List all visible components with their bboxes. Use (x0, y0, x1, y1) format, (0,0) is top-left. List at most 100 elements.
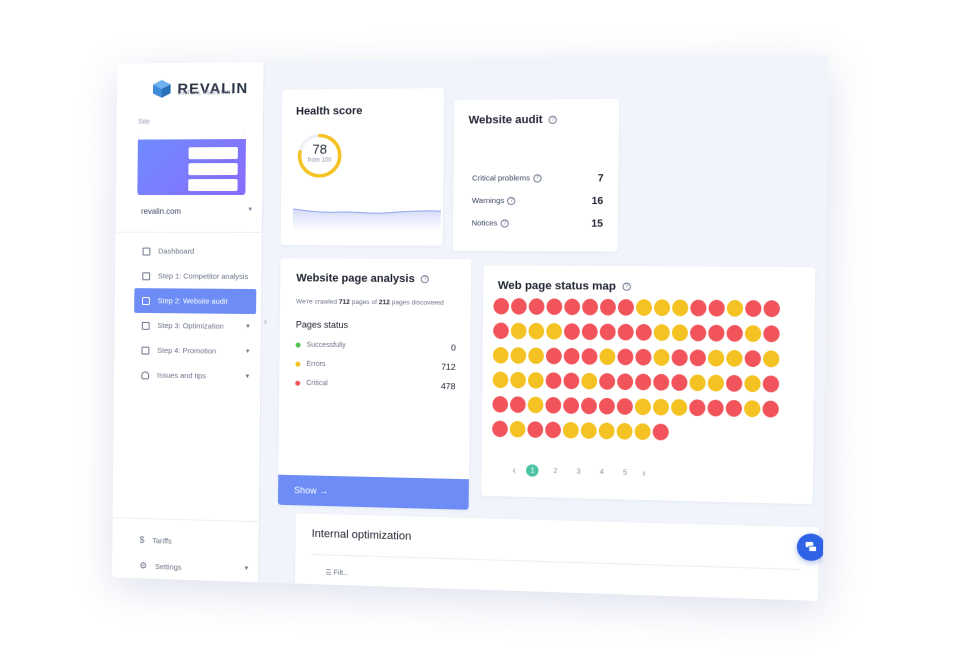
page-status-cell[interactable] (725, 374, 743, 392)
page-status-cell[interactable] (726, 349, 743, 367)
page-status-cell[interactable] (689, 374, 706, 392)
page-status-cell[interactable] (581, 397, 597, 415)
page-status-cell[interactable] (707, 349, 725, 367)
page-status-cell[interactable] (707, 399, 724, 417)
page-status-cell[interactable] (563, 347, 580, 365)
page-status-cell[interactable] (671, 349, 688, 367)
page-status-cell[interactable] (563, 397, 580, 414)
page-status-cell[interactable] (744, 350, 761, 368)
page-status-cell[interactable] (492, 371, 509, 389)
page-status-cell[interactable] (617, 323, 634, 341)
sidebar-item-issues[interactable]: Issues and tips ▼ (114, 362, 261, 389)
show-button[interactable]: Show → (277, 474, 469, 510)
page-status-cell[interactable] (598, 397, 615, 415)
help-icon[interactable]: ? (500, 219, 509, 228)
sidebar-item-website-audit[interactable]: Step 2: Website audit (134, 288, 257, 315)
page-status-cell[interactable] (546, 298, 563, 316)
page-status-cell[interactable] (563, 323, 580, 340)
site-selector[interactable]: revalin.com ▼ (116, 195, 254, 216)
page-status-cell[interactable] (599, 348, 616, 366)
help-icon[interactable]: ? (622, 282, 631, 291)
page-status-cell[interactable] (528, 322, 545, 340)
page-status-cell[interactable] (599, 323, 616, 341)
page-status-cell[interactable] (493, 298, 510, 315)
page-status-cell[interactable] (581, 372, 598, 390)
page-status-cell[interactable] (527, 421, 544, 438)
page-status-cell[interactable] (510, 322, 527, 340)
page-status-cell[interactable] (616, 422, 633, 440)
page-status-cell[interactable] (580, 422, 597, 440)
page-status-cell[interactable] (546, 323, 563, 340)
page-status-cell[interactable] (635, 324, 652, 341)
prev-page-button[interactable]: ‹ (512, 464, 516, 475)
page-status-cell[interactable] (708, 299, 725, 317)
page-status-cell[interactable] (564, 298, 581, 316)
help-icon[interactable]: ? (548, 115, 558, 125)
page-status-cell[interactable] (581, 323, 598, 341)
page-status-cell[interactable] (545, 421, 561, 439)
page-status-cell[interactable] (744, 375, 761, 393)
page-status-cell[interactable] (652, 398, 670, 416)
page-status-cell[interactable] (582, 298, 599, 316)
page-status-cell[interactable] (599, 298, 616, 316)
page-4-button[interactable]: 4 (595, 466, 608, 479)
page-status-cell[interactable] (528, 298, 545, 315)
page-status-cell[interactable] (653, 299, 671, 317)
page-status-cell[interactable] (635, 348, 652, 366)
page-status-cell[interactable] (762, 350, 780, 368)
page-status-cell[interactable] (599, 373, 616, 390)
page-status-cell[interactable] (671, 324, 689, 342)
page-status-cell[interactable] (527, 372, 544, 389)
help-icon[interactable]: ? (507, 196, 516, 206)
help-icon[interactable]: ? (420, 275, 430, 284)
page-status-cell[interactable] (563, 372, 580, 390)
page-status-cell[interactable] (653, 324, 670, 341)
page-status-cell[interactable] (510, 371, 527, 389)
page-status-cell[interactable] (762, 375, 780, 393)
page-status-cell[interactable] (763, 325, 780, 343)
page-status-cell[interactable] (652, 423, 669, 441)
page-status-cell[interactable] (726, 324, 743, 342)
page-status-cell[interactable] (617, 299, 634, 316)
page-status-cell[interactable] (671, 399, 688, 416)
page-status-cell[interactable] (617, 373, 634, 391)
filter-control[interactable]: ☰ Filt... (325, 568, 349, 577)
page-status-cell[interactable] (581, 348, 598, 365)
page-status-cell[interactable] (493, 322, 509, 340)
sidebar-item-promotion[interactable]: Step 4: Promotion ▼ (114, 337, 261, 364)
page-1-button[interactable]: 1 (526, 464, 539, 477)
page-status-cell[interactable] (745, 300, 762, 317)
page-status-cell[interactable] (492, 396, 509, 413)
chat-icon[interactable] (796, 533, 826, 562)
page-status-cell[interactable] (492, 420, 508, 438)
page-status-cell[interactable] (653, 373, 670, 391)
page-status-cell[interactable] (725, 399, 743, 417)
page-status-cell[interactable] (616, 398, 633, 415)
page-status-cell[interactable] (707, 374, 724, 392)
page-status-cell[interactable] (671, 374, 688, 391)
sidebar-item-optimization[interactable]: Step 3: Optimization ▼ (114, 313, 261, 339)
page-status-cell[interactable] (492, 347, 509, 364)
sidebar-item-settings[interactable]: ⚙ Settings ▼ (112, 552, 259, 583)
help-icon[interactable]: ? (533, 174, 542, 183)
page-status-cell[interactable] (545, 396, 562, 414)
page-2-button[interactable]: 2 (549, 465, 562, 478)
page-status-cell[interactable] (744, 400, 761, 418)
page-status-cell[interactable] (527, 396, 544, 414)
collapse-sidebar-icon[interactable]: ‹ (264, 316, 267, 326)
page-status-cell[interactable] (708, 324, 725, 342)
page-status-cell[interactable] (672, 299, 689, 317)
page-status-cell[interactable] (762, 400, 779, 418)
page-status-cell[interactable] (617, 348, 634, 366)
page-status-cell[interactable] (689, 324, 707, 342)
logo[interactable]: REVALIN (117, 62, 264, 103)
page-status-cell[interactable] (634, 423, 651, 441)
sidebar-item-dashboard[interactable]: Dashboard (115, 239, 262, 265)
page-status-cell[interactable] (744, 325, 762, 343)
page-status-cell[interactable] (635, 299, 653, 316)
page-status-cell[interactable] (562, 421, 579, 439)
page-status-cell[interactable] (689, 349, 706, 367)
page-5-button[interactable]: 5 (619, 466, 632, 479)
page-status-cell[interactable] (528, 347, 544, 365)
page-status-cell[interactable] (545, 347, 562, 365)
